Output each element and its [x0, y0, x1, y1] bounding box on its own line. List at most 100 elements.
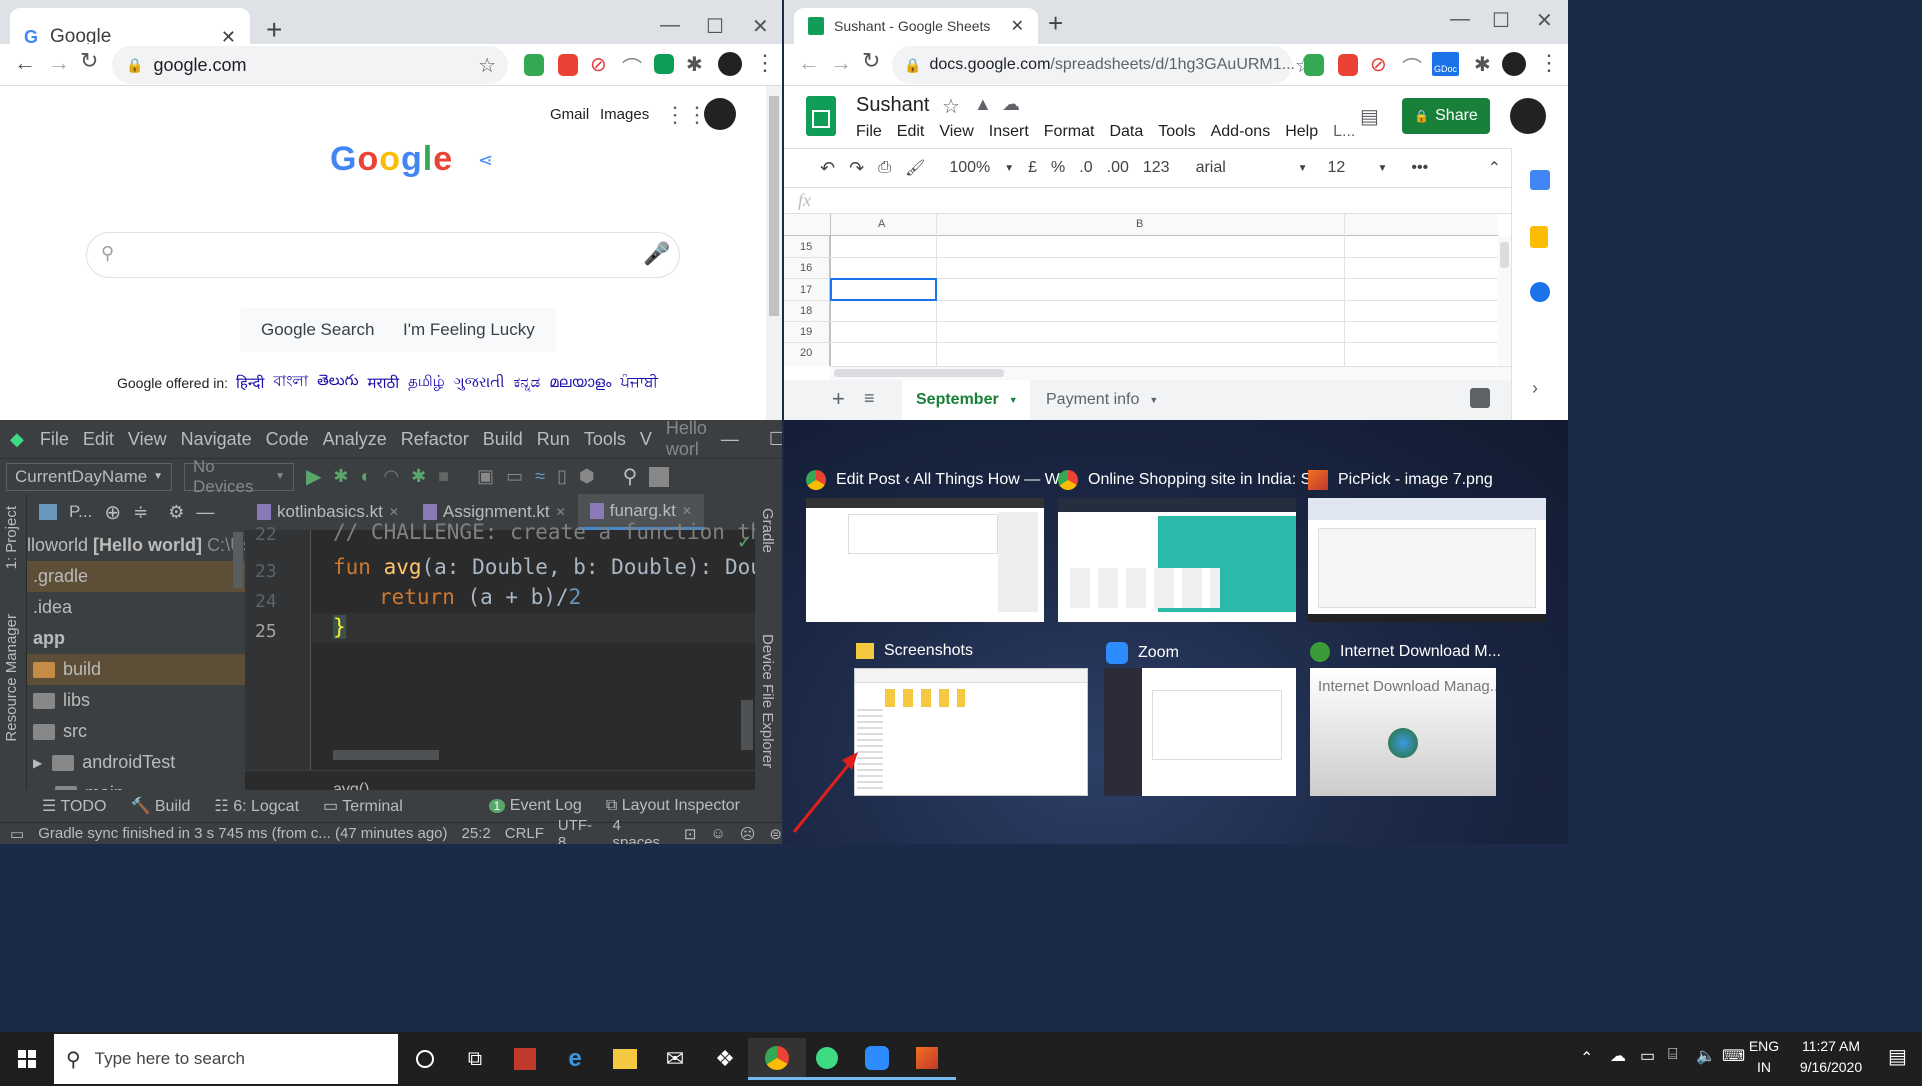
paint-format-icon[interactable]: 🖌	[905, 158, 925, 178]
tree-item-gradle[interactable]: .gradle	[27, 561, 245, 592]
google-search-button[interactable]: Google Search	[240, 308, 396, 352]
menu-navigate[interactable]: Navigate	[181, 429, 252, 450]
vertical-scrollbar[interactable]	[1498, 236, 1511, 366]
input-method-icon[interactable]: ⌨	[1722, 1046, 1745, 1066]
horizontal-scrollbar[interactable]	[830, 366, 1511, 380]
menu-edit[interactable]: Edit	[897, 123, 925, 140]
extensions-puzzle-icon[interactable]: ✱	[1474, 52, 1491, 77]
window-title[interactable]: Edit Post ‹ All Things How — W...	[806, 470, 1072, 490]
address-bar[interactable]: 🔒 google.com ☆	[112, 46, 508, 84]
new-tab-icon[interactable]: +	[1048, 8, 1063, 39]
account-avatar[interactable]	[1510, 98, 1546, 134]
comments-icon[interactable]: ▤	[1360, 104, 1379, 129]
selected-cell[interactable]	[830, 278, 937, 301]
cursor-position[interactable]: 25:2	[462, 825, 491, 842]
code-line-22[interactable]: // CHALLENGE: create a function that	[333, 520, 782, 544]
taskbar-app-picpick2[interactable]	[898, 1038, 956, 1080]
profile-avatar[interactable]	[718, 52, 742, 76]
stop-icon[interactable]: ■	[438, 466, 449, 487]
search-icon[interactable]: ⚲	[623, 464, 638, 489]
tree-item-libs[interactable]: libs	[27, 685, 245, 716]
window-thumbnail-idm[interactable]: Internet Download Manag...	[1310, 668, 1496, 796]
back-icon[interactable]: ←	[14, 50, 36, 76]
sheet-tab-payment-info[interactable]: Payment info ▼	[1046, 380, 1158, 420]
back-icon[interactable]: ←	[798, 50, 820, 76]
menu-vcs[interactable]: V	[640, 429, 652, 450]
tray-chevron-up-icon[interactable]: ⌃	[1580, 1048, 1593, 1068]
lang-link[interactable]: हिन्दी	[236, 373, 264, 393]
event-log-tab[interactable]: 1 Event Log	[488, 797, 582, 815]
currency-button[interactable]: £	[1028, 159, 1037, 177]
sync-icon[interactable]: ▣	[477, 466, 494, 487]
tree-root[interactable]: lloworld [Hello world] C:\Users\	[27, 530, 245, 561]
account-avatar[interactable]	[704, 98, 736, 130]
window-thumbnail-shopping[interactable]	[1058, 498, 1296, 622]
indent-setting[interactable]: 4 spaces	[613, 817, 670, 845]
row-header[interactable]: 18	[800, 305, 812, 317]
taskbar-search[interactable]: ⚲ Type here to search	[54, 1034, 398, 1084]
window-thumbnail-screenshots[interactable]	[854, 668, 1088, 796]
undo-icon[interactable]: ↶	[820, 158, 835, 179]
doc-title[interactable]: Sushant	[856, 94, 929, 117]
tree-item-androidtest[interactable]: ▶ androidTest	[27, 747, 245, 778]
share-icon[interactable]: ⋖	[478, 150, 493, 171]
collapse-all-icon[interactable]: ≑	[133, 502, 148, 523]
google-doodle-logo[interactable]: Google	[330, 140, 453, 179]
formula-bar[interactable]: fx	[784, 188, 1511, 214]
window-title[interactable]: Zoom	[1106, 642, 1179, 664]
device-file-explorer-tool-tab[interactable]: Device File Explorer	[759, 634, 776, 768]
settings-gear-icon[interactable]: ⚙	[168, 502, 184, 523]
profile-avatar[interactable]	[1502, 52, 1526, 76]
star-icon[interactable]: ☆	[478, 53, 496, 78]
action-center-icon[interactable]: ▤	[1888, 1044, 1907, 1069]
images-link[interactable]: Images	[600, 106, 649, 123]
window-thumbnail-picpick[interactable]	[1308, 498, 1546, 622]
new-tab-icon[interactable]: +	[266, 14, 282, 46]
gradle-sync-icon[interactable]: ≈	[535, 466, 545, 487]
column-header-b[interactable]: B	[1136, 218, 1143, 230]
close-icon[interactable]: ✕	[389, 505, 399, 519]
extension-shield-icon[interactable]	[524, 54, 544, 76]
lang-link[interactable]: ਪੰਜਾਬੀ	[620, 374, 658, 391]
close-window-icon[interactable]: ✕	[1536, 8, 1553, 33]
row-header[interactable]: 17	[800, 284, 812, 296]
sad-face-icon[interactable]: ☹	[740, 825, 756, 843]
zoom-select[interactable]: 100%	[949, 159, 990, 177]
tree-item-app[interactable]: app	[27, 623, 245, 654]
mic-icon[interactable]: 🎤	[643, 241, 670, 267]
extension-red-icon[interactable]	[1338, 54, 1358, 76]
extension-block-icon[interactable]: ⊘	[1370, 52, 1387, 77]
reload-icon[interactable]: ↻	[80, 48, 98, 74]
explore-icon[interactable]	[1470, 388, 1490, 408]
add-sheet-icon[interactable]: +	[832, 386, 845, 412]
extensions-puzzle-icon[interactable]: ✱	[686, 52, 703, 77]
lang-link[interactable]: বাংলা	[273, 370, 308, 395]
volume-icon[interactable]: 🔈	[1696, 1046, 1716, 1066]
code-line-24[interactable]: return (a + b)/2	[379, 585, 581, 609]
address-bar[interactable]: 🔒 docs.google.com/spreadsheets/d/1hg3GAu…	[892, 46, 1313, 84]
window-title[interactable]: PicPick - image 7.png	[1308, 470, 1493, 490]
chevron-right-icon[interactable]: ▶	[33, 756, 42, 770]
row-header[interactable]: 15	[800, 241, 812, 253]
tree-item-build[interactable]: build	[27, 654, 245, 685]
happy-face-icon[interactable]: ☺	[710, 825, 725, 842]
column-header-a[interactable]: A	[878, 218, 885, 230]
onedrive-icon[interactable]: ☁	[1610, 1046, 1626, 1066]
menu-file[interactable]: File	[856, 123, 882, 140]
minimize-icon[interactable]: —	[1450, 8, 1470, 31]
build-tab[interactable]: 🔨 Build	[130, 796, 190, 816]
lock-icon[interactable]: ⊡	[684, 825, 697, 843]
more-icon[interactable]: •••	[1411, 159, 1428, 177]
menu-file[interactable]: File	[40, 429, 69, 450]
collapse-icon[interactable]: ⌃	[1488, 158, 1501, 178]
menu-edit[interactable]: Edit	[83, 429, 114, 450]
line-separator[interactable]: CRLF	[505, 825, 544, 842]
menu-dots-icon[interactable]: ⋮	[1538, 50, 1560, 76]
sdk-manager-icon[interactable]: ⬢	[579, 466, 595, 487]
lang-link[interactable]: മലയാളം	[549, 374, 611, 391]
profile-icon[interactable]: ◠	[383, 466, 399, 487]
maximize-icon[interactable]: ☐	[706, 14, 724, 39]
run-icon[interactable]: ▶	[306, 464, 321, 489]
extension-hat-icon[interactable]: ⌒	[622, 52, 642, 81]
window-thumbnail-zoom[interactable]	[1104, 668, 1296, 796]
